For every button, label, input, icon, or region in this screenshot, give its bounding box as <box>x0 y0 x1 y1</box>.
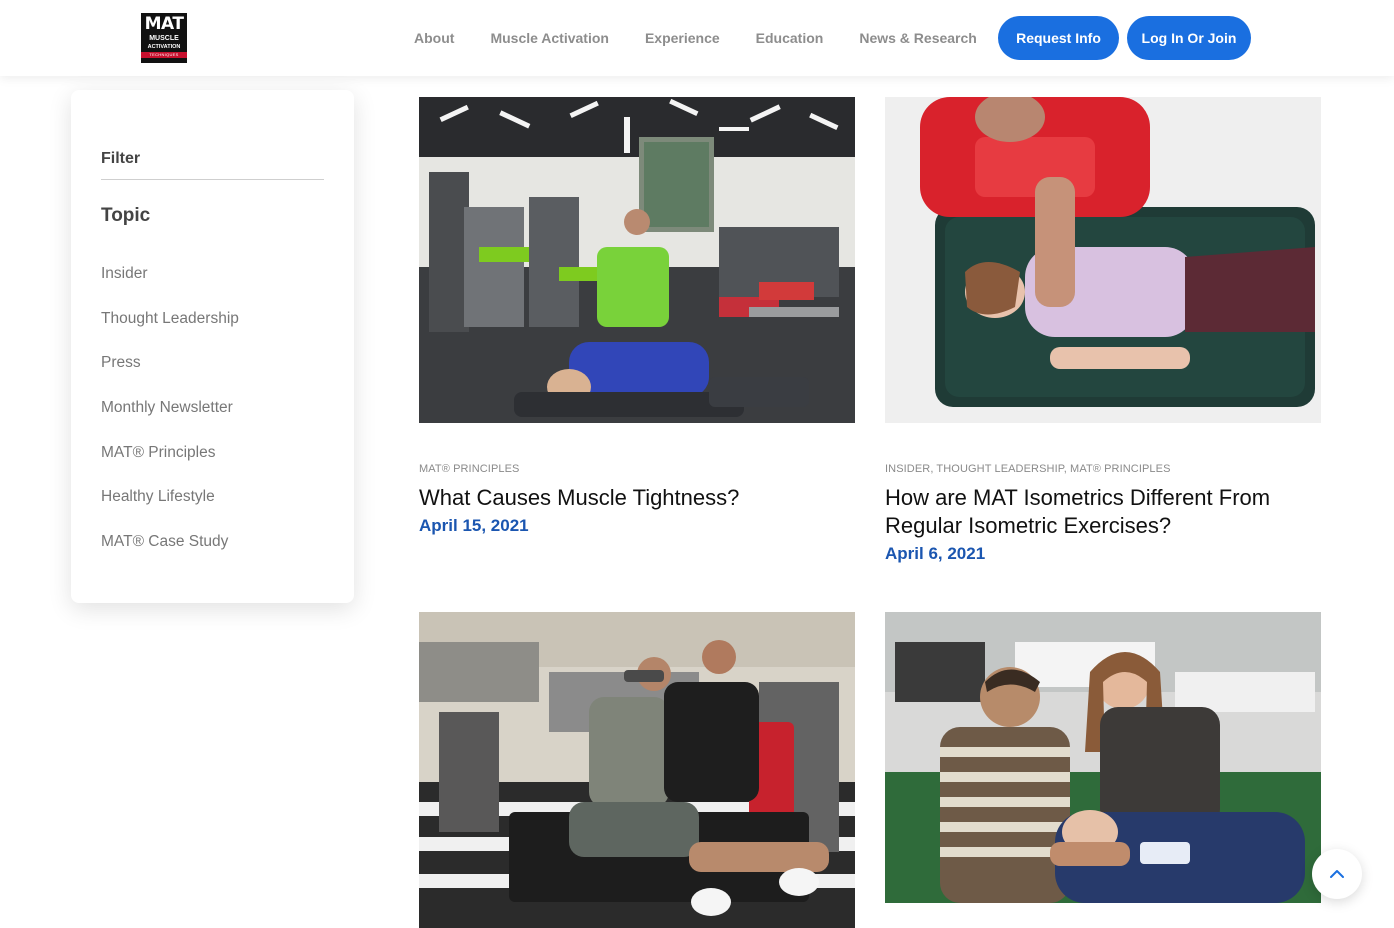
post-title[interactable]: What Causes Muscle Tightness? <box>419 484 855 512</box>
topic-thought-leadership[interactable]: Thought Leadership <box>101 309 239 354</box>
post-date: April 6, 2021 <box>885 544 986 563</box>
post-category[interactable]: INSIDER, THOUGHT LEADERSHIP, MAT® PRINCI… <box>885 463 1171 475</box>
login-join-button[interactable]: Log In Or Join <box>1127 16 1251 60</box>
logo-line-1: MUSCLE <box>149 35 179 42</box>
topic-mat-case-study[interactable]: MAT® Case Study <box>101 532 239 577</box>
chevron-up-icon <box>1330 870 1344 878</box>
topic-mat-principles[interactable]: MAT® Principles <box>101 443 239 488</box>
filter-divider <box>101 179 324 180</box>
request-info-button[interactable]: Request Info <box>998 16 1119 60</box>
scroll-to-top-button[interactable] <box>1312 849 1362 899</box>
site-header: MAT MUSCLE ACTIVATION TECHNIQUES About M… <box>0 0 1394 76</box>
nav-muscle-activation[interactable]: Muscle Activation <box>490 30 609 46</box>
logo-text: MAT <box>144 14 184 34</box>
logo-line-3: TECHNIQUES <box>141 52 187 58</box>
nav-about[interactable]: About <box>414 30 454 46</box>
topic-press[interactable]: Press <box>101 353 239 398</box>
post-image-isometrics[interactable] <box>885 97 1321 423</box>
topic-monthly-newsletter[interactable]: Monthly Newsletter <box>101 398 239 443</box>
topic-list: Insider Thought Leadership Press Monthly… <box>101 264 239 577</box>
post-category[interactable]: MAT® PRINCIPLES <box>419 463 519 475</box>
topic-healthy-lifestyle[interactable]: Healthy Lifestyle <box>101 487 239 532</box>
nav-experience[interactable]: Experience <box>645 30 720 46</box>
topic-heading: Topic <box>101 205 151 226</box>
post-image-classroom[interactable] <box>885 612 1321 903</box>
post-date: April 15, 2021 <box>419 516 529 535</box>
filter-sidebar: Filter Topic Insider Thought Leadership … <box>71 90 354 603</box>
filter-heading: Filter <box>101 150 141 167</box>
post-image-gym-stretch[interactable] <box>419 612 855 928</box>
topic-insider[interactable]: Insider <box>101 264 239 309</box>
post-title[interactable]: How are MAT Isometrics Different From Re… <box>885 484 1321 540</box>
main-nav: About Muscle Activation Experience Educa… <box>414 0 1013 76</box>
post-image-muscle-tightness[interactable] <box>419 97 855 423</box>
nav-education[interactable]: Education <box>756 30 824 46</box>
nav-news-research[interactable]: News & Research <box>859 30 977 46</box>
logo-line-2: ACTIVATION <box>147 44 181 50</box>
mat-logo[interactable]: MAT MUSCLE ACTIVATION TECHNIQUES <box>141 13 187 63</box>
